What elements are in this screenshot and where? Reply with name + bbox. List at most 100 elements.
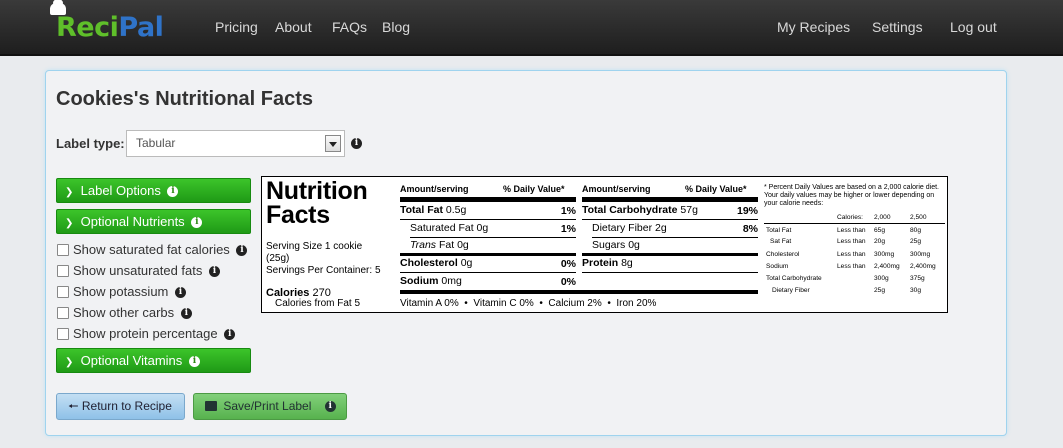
- divider: [400, 197, 576, 202]
- nutrient-name: Total Carbohydrate: [582, 204, 678, 216]
- info-icon[interactable]: i: [191, 217, 203, 229]
- printer-icon: [205, 401, 217, 411]
- dietary-fiber-pct: 8%: [718, 223, 758, 235]
- chevron-right-icon: ❯: [65, 187, 74, 198]
- label-type-label: Label type:: [56, 136, 125, 151]
- optional-nutrients-button[interactable]: ❯ Optional Nutrients i: [56, 209, 251, 234]
- chevron-down-icon: ❯: [65, 218, 74, 229]
- option-potassium[interactable]: Show potassium i: [57, 284, 187, 300]
- nutrient-name: Sodium: [400, 275, 439, 287]
- pct-value: 19%: [736, 205, 758, 217]
- pct-value: 1%: [560, 205, 576, 217]
- dv-row-qual: Less than: [837, 227, 866, 234]
- checkbox[interactable]: [57, 265, 69, 277]
- nav-settings[interactable]: Settings: [872, 19, 923, 35]
- label-options-button[interactable]: ❯ Label Options i: [56, 178, 251, 203]
- divider: [400, 272, 576, 273]
- info-icon[interactable]: i: [224, 329, 236, 341]
- optional-vitamins-text: Optional Vitamins: [80, 353, 183, 368]
- nutrient-name: Protein: [582, 257, 619, 269]
- nav-my-recipes[interactable]: My Recipes: [777, 19, 850, 35]
- nutrient-amount: 0g: [460, 257, 473, 269]
- return-to-recipe-button[interactable]: 🠔 Return to Recipe: [56, 393, 185, 420]
- nav-log-out[interactable]: Log out: [950, 19, 997, 35]
- optional-nutrients-text: Optional Nutrients: [80, 214, 185, 229]
- save-print-label-button[interactable]: Save/Print Label i: [193, 393, 347, 420]
- recipal-logo[interactable]: ReciPal: [50, 0, 164, 48]
- checkbox[interactable]: [57, 244, 69, 256]
- divider: [582, 197, 758, 202]
- info-icon[interactable]: i: [351, 138, 362, 149]
- total-fat-pct: 1%: [536, 205, 576, 217]
- total-carb-row: Total Carbohydrate 57g: [582, 203, 698, 217]
- calories-from-fat: Calories from Fat 5: [275, 298, 361, 309]
- serving-size: Serving Size 1 cookie (25g) Servings Per…: [266, 241, 381, 277]
- nutrient-amount: 2g: [655, 222, 667, 234]
- iron: Iron 20%: [616, 298, 657, 309]
- top-navbar: ReciPal Pricing About FAQs Blog My Recip…: [0, 0, 1063, 56]
- dv-row-name: Total Carbohydrate: [766, 275, 822, 282]
- dv-row-2000: 300g: [874, 275, 889, 282]
- nutrient-name: Saturated Fat: [410, 222, 474, 234]
- table-head-2500: 2,500: [910, 214, 927, 221]
- chevron-down-icon[interactable]: [325, 135, 341, 152]
- label-type-select[interactable]: Tabular: [126, 130, 345, 157]
- saturated-fat-pct: 1%: [536, 223, 576, 235]
- nav-blog[interactable]: Blog: [382, 19, 410, 35]
- divider: [582, 272, 758, 273]
- chef-hat-icon: [50, 0, 66, 15]
- option-protein-percentage[interactable]: Show protein percentage i: [57, 326, 236, 342]
- nutrient-name: Total Fat: [400, 204, 443, 216]
- vitamin-a: Vitamin A 0%: [400, 298, 459, 309]
- nav-faqs[interactable]: FAQs: [332, 19, 367, 35]
- info-icon[interactable]: i: [236, 245, 248, 257]
- info-icon[interactable]: i: [324, 401, 336, 413]
- nutrient-amount: 8g: [621, 257, 633, 269]
- logo-pal: Pal: [118, 12, 164, 43]
- divider: [400, 219, 576, 220]
- pct-value: 1%: [560, 223, 576, 235]
- nutrient-amount: 0g: [628, 239, 640, 251]
- page-title: Cookies's Nutritional Facts: [56, 88, 314, 110]
- table-head-calories: Calories:: [837, 214, 864, 221]
- dv-row-2500: 375g: [910, 275, 925, 282]
- nutrient-amount: 0mg: [441, 275, 462, 287]
- info-icon[interactable]: i: [167, 186, 179, 198]
- arrow-left-icon: 🠔: [68, 399, 79, 413]
- divider: [400, 290, 758, 294]
- total-carb-pct: 19%: [718, 205, 758, 217]
- dv-row-2500: 25g: [910, 238, 922, 245]
- info-icon[interactable]: i: [175, 287, 187, 299]
- checkbox[interactable]: [57, 286, 69, 298]
- cholesterol-row: Cholesterol 0g: [400, 256, 472, 270]
- dv-row-2500: 300mg: [910, 251, 931, 258]
- dv-row-2000: 2,400mg: [874, 263, 900, 270]
- dv-row-2000: 25g: [874, 287, 886, 294]
- print-label: Save/Print Label: [223, 399, 312, 413]
- footnote: * Percent Daily Values are based on a 2,…: [764, 184, 939, 207]
- amount-header: Amount/serving: [400, 184, 469, 194]
- dv-header: % Daily Value*: [685, 184, 747, 194]
- info-icon[interactable]: i: [180, 308, 192, 320]
- info-icon[interactable]: i: [188, 356, 200, 368]
- info-icon[interactable]: i: [208, 266, 220, 278]
- dv-row-2000: 65g: [874, 227, 886, 234]
- chevron-right-icon: ❯: [65, 357, 74, 368]
- return-label: Return to Recipe: [81, 399, 172, 413]
- sodium-pct: 0%: [536, 276, 576, 288]
- option-unsaturated-fats[interactable]: Show unsaturated fats i: [57, 263, 220, 279]
- option-other-carbs[interactable]: Show other carbs i: [57, 305, 192, 321]
- nutrition-facts-label: Nutrition Facts Serving Size 1 cookie (2…: [261, 176, 948, 313]
- table-head-2000: 2,000: [874, 214, 891, 221]
- serving-size-2: (25g): [266, 253, 290, 264]
- nav-about[interactable]: About: [275, 19, 312, 35]
- dv-row-2500: 80g: [910, 227, 922, 234]
- nav-pricing[interactable]: Pricing: [215, 19, 258, 35]
- optional-vitamins-button[interactable]: ❯ Optional Vitamins i: [56, 348, 251, 373]
- dv-row-qual: Less than: [837, 251, 866, 258]
- nutrient-amount: Fat 0g: [438, 239, 469, 251]
- vitamins-row: Vitamin A 0% • Vitamin C 0% • Calcium 2%…: [400, 298, 657, 309]
- checkbox[interactable]: [57, 328, 69, 340]
- checkbox[interactable]: [57, 307, 69, 319]
- option-saturated-fat-calories[interactable]: Show saturated fat calories i: [57, 242, 248, 258]
